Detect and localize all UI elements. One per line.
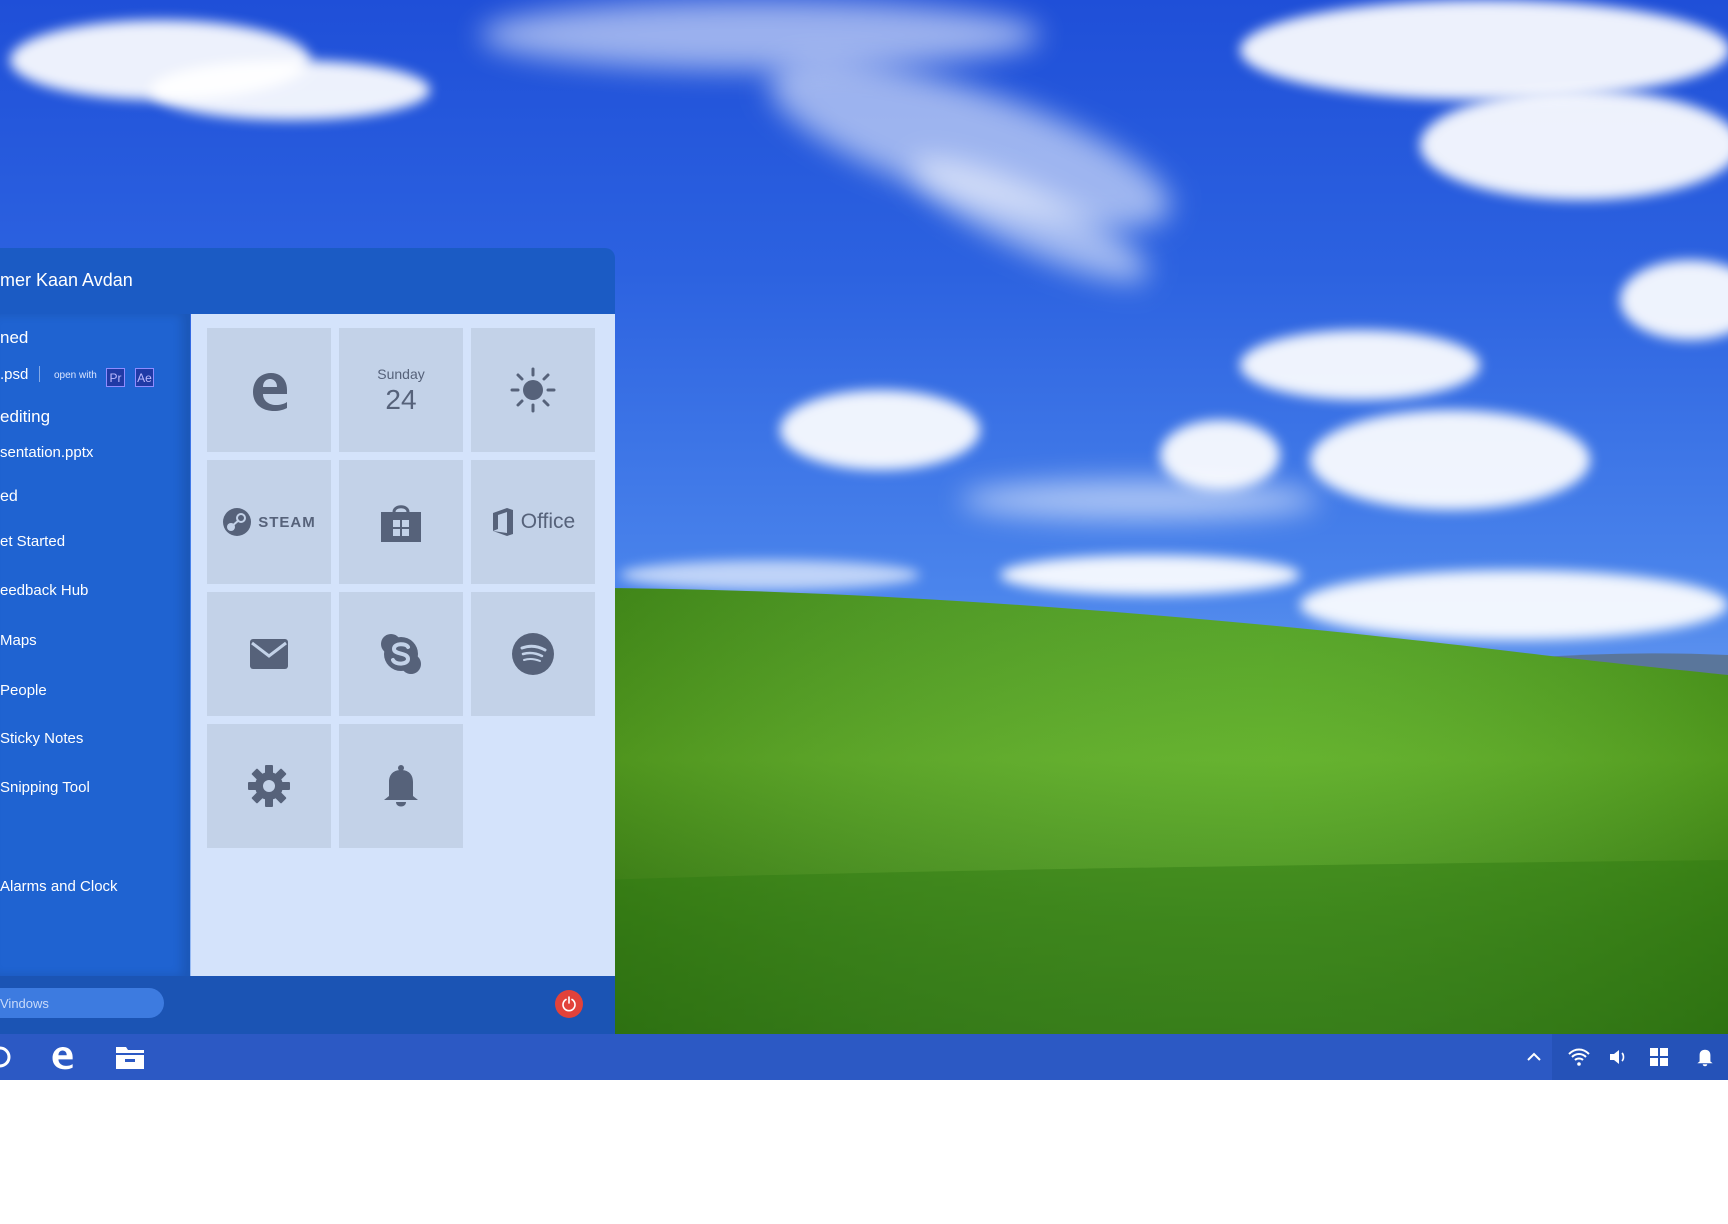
app-item-alarms-clock[interactable]: Alarms and Clock: [0, 878, 118, 895]
edge-icon: [52, 1046, 73, 1070]
start-menu: mer Kaan Avdan ned .psd open with Pr Ae …: [0, 248, 615, 1034]
steam-label: STEAM: [258, 513, 316, 531]
calendar-day: Sunday: [377, 366, 425, 382]
app-item-maps[interactable]: Maps: [0, 632, 37, 649]
calendar-date: 24: [385, 384, 417, 415]
settings-tile[interactable]: [207, 724, 331, 848]
separator: [39, 366, 40, 382]
office-tile[interactable]: Office: [471, 460, 595, 584]
spotify-icon: [512, 633, 554, 675]
search-placeholder: Vindows: [0, 996, 49, 1011]
taskbar-edge-button[interactable]: [44, 1034, 80, 1080]
premiere-app-button[interactable]: Pr: [106, 368, 125, 387]
app-item-sticky-notes[interactable]: Sticky Notes: [0, 730, 83, 747]
mail-icon: [250, 639, 288, 669]
power-button[interactable]: [555, 990, 583, 1018]
steam-tile[interactable]: STEAM: [207, 460, 331, 584]
cortana-button[interactable]: [0, 1034, 20, 1080]
section-title-pinned: ned: [0, 328, 29, 347]
section-title-installed: ed: [0, 488, 18, 505]
bell-icon: [384, 765, 418, 807]
tile-area: Sunday 24 STEAM Office: [191, 314, 615, 976]
store-tile[interactable]: [339, 460, 463, 584]
show-hidden-icons-button[interactable]: [1522, 1034, 1546, 1080]
calendar-tile[interactable]: Sunday 24: [339, 328, 463, 452]
sun-icon: [510, 367, 556, 413]
skype-tile[interactable]: [339, 592, 463, 716]
system-tray: [1552, 1034, 1728, 1080]
app-list: ned .psd open with Pr Ae editing sentati…: [0, 314, 190, 1224]
app-item-get-started[interactable]: et Started: [0, 533, 65, 550]
windows-button[interactable]: [1646, 1034, 1672, 1080]
notification-bell-icon: [1697, 1049, 1713, 1067]
cortana-icon: [0, 1046, 11, 1068]
pinned-file-item[interactable]: .psd: [0, 366, 28, 383]
after-effects-app-button[interactable]: Ae: [135, 368, 154, 387]
app-item-snipping-tool[interactable]: Snipping Tool: [0, 779, 90, 796]
user-name[interactable]: mer Kaan Avdan: [0, 270, 133, 291]
editing-file-item[interactable]: sentation.pptx: [0, 444, 93, 461]
section-title-editing: editing: [0, 407, 51, 426]
store-icon: [381, 505, 421, 542]
open-with-label: open with: [54, 370, 97, 381]
edge-tile[interactable]: [207, 328, 331, 452]
office-label: Office: [520, 510, 576, 533]
file-explorer-icon: [116, 1047, 144, 1069]
mail-tile[interactable]: [207, 592, 331, 716]
windows-icon: [1650, 1048, 1668, 1066]
steam-icon: [223, 508, 252, 536]
wifi-icon: [1568, 1048, 1590, 1066]
notifications-tile[interactable]: [339, 724, 463, 848]
taskbar-file-explorer-button[interactable]: [110, 1034, 150, 1080]
weather-tile[interactable]: [471, 328, 595, 452]
app-item-feedback-hub[interactable]: eedback Hub: [0, 582, 88, 599]
wifi-button[interactable]: [1566, 1034, 1592, 1080]
office-icon: [492, 508, 513, 536]
start-menu-bottom-bar: Vindows: [0, 976, 615, 1034]
notification-center-button[interactable]: [1692, 1034, 1718, 1080]
chevron-up-icon: [1527, 1052, 1541, 1061]
taskbar: [0, 1034, 1728, 1080]
skype-icon: [381, 634, 421, 674]
volume-button[interactable]: [1606, 1034, 1632, 1080]
volume-icon: [1610, 1050, 1625, 1064]
gear-icon: [248, 765, 290, 807]
app-item-people[interactable]: People: [0, 682, 47, 699]
start-menu-header: mer Kaan Avdan: [0, 248, 615, 314]
search-box[interactable]: Vindows: [0, 988, 164, 1018]
spotify-tile[interactable]: [471, 592, 595, 716]
edge-icon: [253, 373, 287, 411]
power-icon: [562, 996, 576, 1012]
